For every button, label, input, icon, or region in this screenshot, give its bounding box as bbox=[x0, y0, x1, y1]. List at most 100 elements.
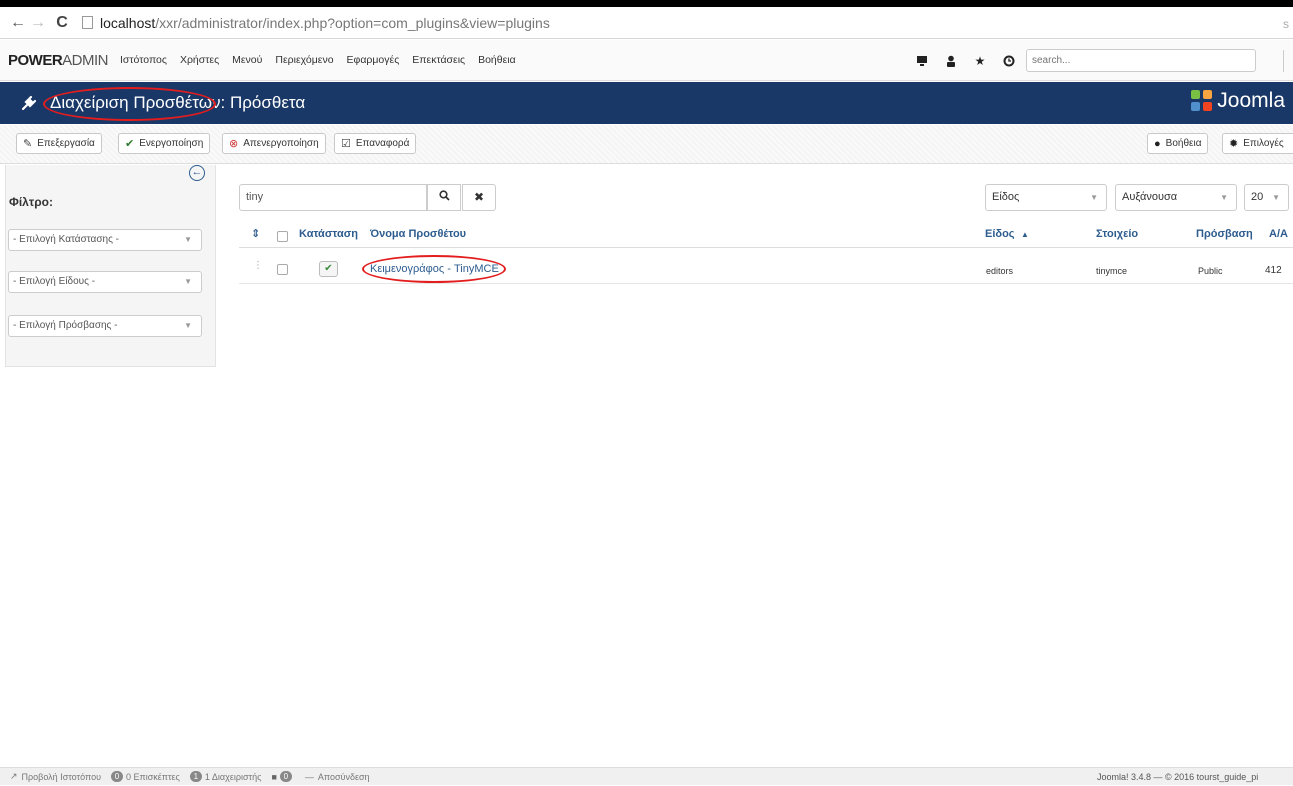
messages-badge: 0 bbox=[279, 771, 292, 782]
sort-direction-select[interactable]: Αυξάνουσα ▼ bbox=[1115, 184, 1237, 211]
external-link-icon: ↗ bbox=[10, 771, 18, 781]
reload-icon[interactable]: C bbox=[52, 14, 72, 32]
enable-button[interactable]: ✔ Ενεργοποίηση bbox=[118, 133, 211, 154]
table-header: ⇕ Κατάσταση Όνομα Προσθέτου Είδος ▲ Στοι… bbox=[239, 222, 1293, 248]
disable-label: Απενεργοποίηση bbox=[243, 138, 319, 149]
menu-item-content[interactable]: Περιεχόμενο bbox=[275, 54, 333, 66]
check-icon: ✔ bbox=[125, 138, 135, 150]
column-element[interactable]: Στοιχείο bbox=[1096, 228, 1138, 240]
gear-icon: ✹ bbox=[1229, 138, 1239, 150]
menubar-right: ★ bbox=[916, 49, 1256, 72]
monitor-icon[interactable] bbox=[916, 55, 928, 67]
back-arrow-icon[interactable]: ← bbox=[8, 14, 28, 32]
menu-item-menus[interactable]: Μενού bbox=[232, 54, 262, 66]
brand-rest: ADMIN bbox=[62, 51, 109, 69]
checkin-label: Επαναφορά bbox=[355, 138, 410, 149]
collapse-sidebar-icon[interactable]: ← bbox=[189, 165, 205, 181]
enable-label: Ενεργοποίηση bbox=[139, 138, 204, 149]
brand-logo[interactable]: POWERADMIN bbox=[8, 51, 109, 69]
column-name[interactable]: Όνομα Προσθέτου bbox=[370, 228, 466, 240]
close-icon: ✖ bbox=[473, 190, 485, 204]
menu-item-extensions[interactable]: Επεκτάσεις bbox=[412, 54, 465, 66]
plugin-type: editors bbox=[986, 266, 1014, 276]
status-bar: ↗ Προβολή Ιστοτόπου 0 0 Επισκέπτες 1 1 Δ… bbox=[0, 767, 1293, 785]
status-enabled-button[interactable]: ✔ bbox=[319, 261, 338, 277]
copyright-text: Joomla! 3.4.8 — © 2016 tourst_guide_pi bbox=[1097, 772, 1259, 782]
logout-label: Αποσύνδεση bbox=[317, 771, 370, 782]
search-input[interactable]: tiny bbox=[239, 184, 427, 211]
access-filter-select[interactable]: - Επιλογή Πρόσβασης - ▼ bbox=[8, 315, 202, 337]
options-button[interactable]: ✹ Επιλογές bbox=[1222, 133, 1293, 154]
sort-field-value: Είδος bbox=[992, 191, 1020, 203]
column-status[interactable]: Κατάσταση bbox=[299, 228, 358, 240]
sort-field-select[interactable]: Είδος ▼ bbox=[985, 184, 1107, 211]
action-toolbar: ✎ Επεξεργασία ✔ Ενεργοποίηση ⊗ Απενεργοπ… bbox=[0, 125, 1293, 164]
filter-heading: Φίλτρο: bbox=[9, 195, 53, 209]
envelope-icon: ■ bbox=[271, 771, 277, 782]
ordering-sort-icon[interactable]: ⇕ bbox=[251, 227, 260, 240]
view-site-label: Προβολή Ιστοτόπου bbox=[21, 771, 101, 782]
visitors-indicator: 0 0 Επισκέπτες bbox=[111, 771, 180, 782]
column-id[interactable]: Α/Α bbox=[1269, 228, 1288, 240]
row-checkbox[interactable] bbox=[277, 264, 288, 275]
admins-indicator: 1 1 Διαχειριστής bbox=[189, 771, 261, 782]
drag-handle-icon[interactable]: ⋮ bbox=[253, 260, 263, 271]
type-filter-value: - Επιλογή Είδους - bbox=[13, 276, 96, 287]
select-all-checkbox[interactable] bbox=[277, 231, 288, 242]
joomla-wordmark: Joomla bbox=[1217, 89, 1285, 112]
forward-arrow-icon[interactable]: → bbox=[28, 14, 48, 32]
view-site-link[interactable]: ↗ Προβολή Ιστοτόπου bbox=[10, 771, 101, 782]
edit-button[interactable]: ✎ Επεξεργασία bbox=[16, 133, 102, 154]
column-access[interactable]: Πρόσβαση bbox=[1196, 228, 1253, 240]
column-type[interactable]: Είδος bbox=[985, 228, 1015, 240]
visitors-badge: 0 bbox=[111, 771, 123, 782]
chevron-down-icon: ▼ bbox=[184, 235, 192, 244]
annotation-oval-title bbox=[43, 87, 216, 121]
search-icon bbox=[438, 190, 450, 204]
page-icon bbox=[82, 16, 93, 29]
checkin-button[interactable]: ☑ Επαναφορά bbox=[334, 133, 417, 154]
remove-circle-icon: ⊗ bbox=[229, 138, 239, 150]
url-path: /xxr/administrator/index.php?option=com_… bbox=[155, 14, 550, 31]
status-filter-select[interactable]: - Επιλογή Κατάστασης - ▼ bbox=[8, 229, 202, 251]
messages-indicator[interactable]: ■ 0 bbox=[271, 771, 294, 782]
star-icon[interactable]: ★ bbox=[974, 55, 986, 67]
chevron-down-icon: ▼ bbox=[184, 321, 192, 330]
list-limit-select[interactable]: 20 ▼ bbox=[1244, 184, 1289, 211]
plug-icon bbox=[20, 94, 38, 112]
chevron-down-icon: ▼ bbox=[1090, 193, 1098, 202]
joomla-logo-icon bbox=[1191, 90, 1213, 112]
menubar-divider bbox=[1283, 50, 1284, 72]
clock-icon[interactable] bbox=[1003, 55, 1015, 67]
brand-bold: POWER bbox=[8, 51, 63, 69]
type-filter-select[interactable]: - Επιλογή Είδους - ▼ bbox=[8, 271, 202, 293]
list-limit-value: 20 bbox=[1251, 191, 1264, 203]
disable-button[interactable]: ⊗ Απενεργοποίηση bbox=[222, 133, 326, 154]
admins-badge: 1 bbox=[189, 771, 202, 782]
menu-item-help[interactable]: Βοήθεια bbox=[478, 54, 516, 66]
search-button[interactable] bbox=[427, 184, 461, 211]
url-host: localhost bbox=[100, 14, 156, 31]
joomla-brand[interactable]: Joomla bbox=[1191, 89, 1285, 113]
visitors-label: 0 Επισκέπτες bbox=[126, 771, 180, 782]
address-bar[interactable]: localhost/xxr/administrator/index.php?op… bbox=[82, 15, 550, 31]
footer-copyright: Joomla! 3.4.8 — © 2016 tourst_guide_pi bbox=[1097, 768, 1258, 786]
edit-icon: ✎ bbox=[23, 138, 33, 150]
admin-search-input[interactable] bbox=[1026, 49, 1256, 72]
sort-asc-icon: ▲ bbox=[1021, 230, 1029, 239]
admin-menubar: POWERADMIN Ιστότοπος Χρήστες Μενού Περιε… bbox=[0, 40, 1293, 81]
screen-top-border bbox=[0, 0, 1293, 7]
user-icon[interactable] bbox=[945, 55, 957, 67]
chevron-down-icon: ▼ bbox=[184, 277, 192, 286]
logout-link[interactable]: — Αποσύνδεση bbox=[305, 772, 370, 782]
menu-item-users[interactable]: Χρήστες bbox=[180, 54, 219, 66]
edit-label: Επεξεργασία bbox=[37, 138, 95, 149]
chevron-down-icon: ▼ bbox=[1272, 193, 1280, 202]
annotation-oval-plugin bbox=[362, 255, 506, 283]
menu-item-components[interactable]: Εφαρμογές bbox=[347, 54, 400, 66]
plugin-id: 412 bbox=[1265, 265, 1282, 276]
help-button[interactable]: ● Βοήθεια bbox=[1147, 133, 1209, 154]
clear-search-button[interactable]: ✖ bbox=[462, 184, 496, 211]
checkbox-icon: ☑ bbox=[341, 138, 351, 150]
menu-item-site[interactable]: Ιστότοπος bbox=[120, 54, 167, 66]
